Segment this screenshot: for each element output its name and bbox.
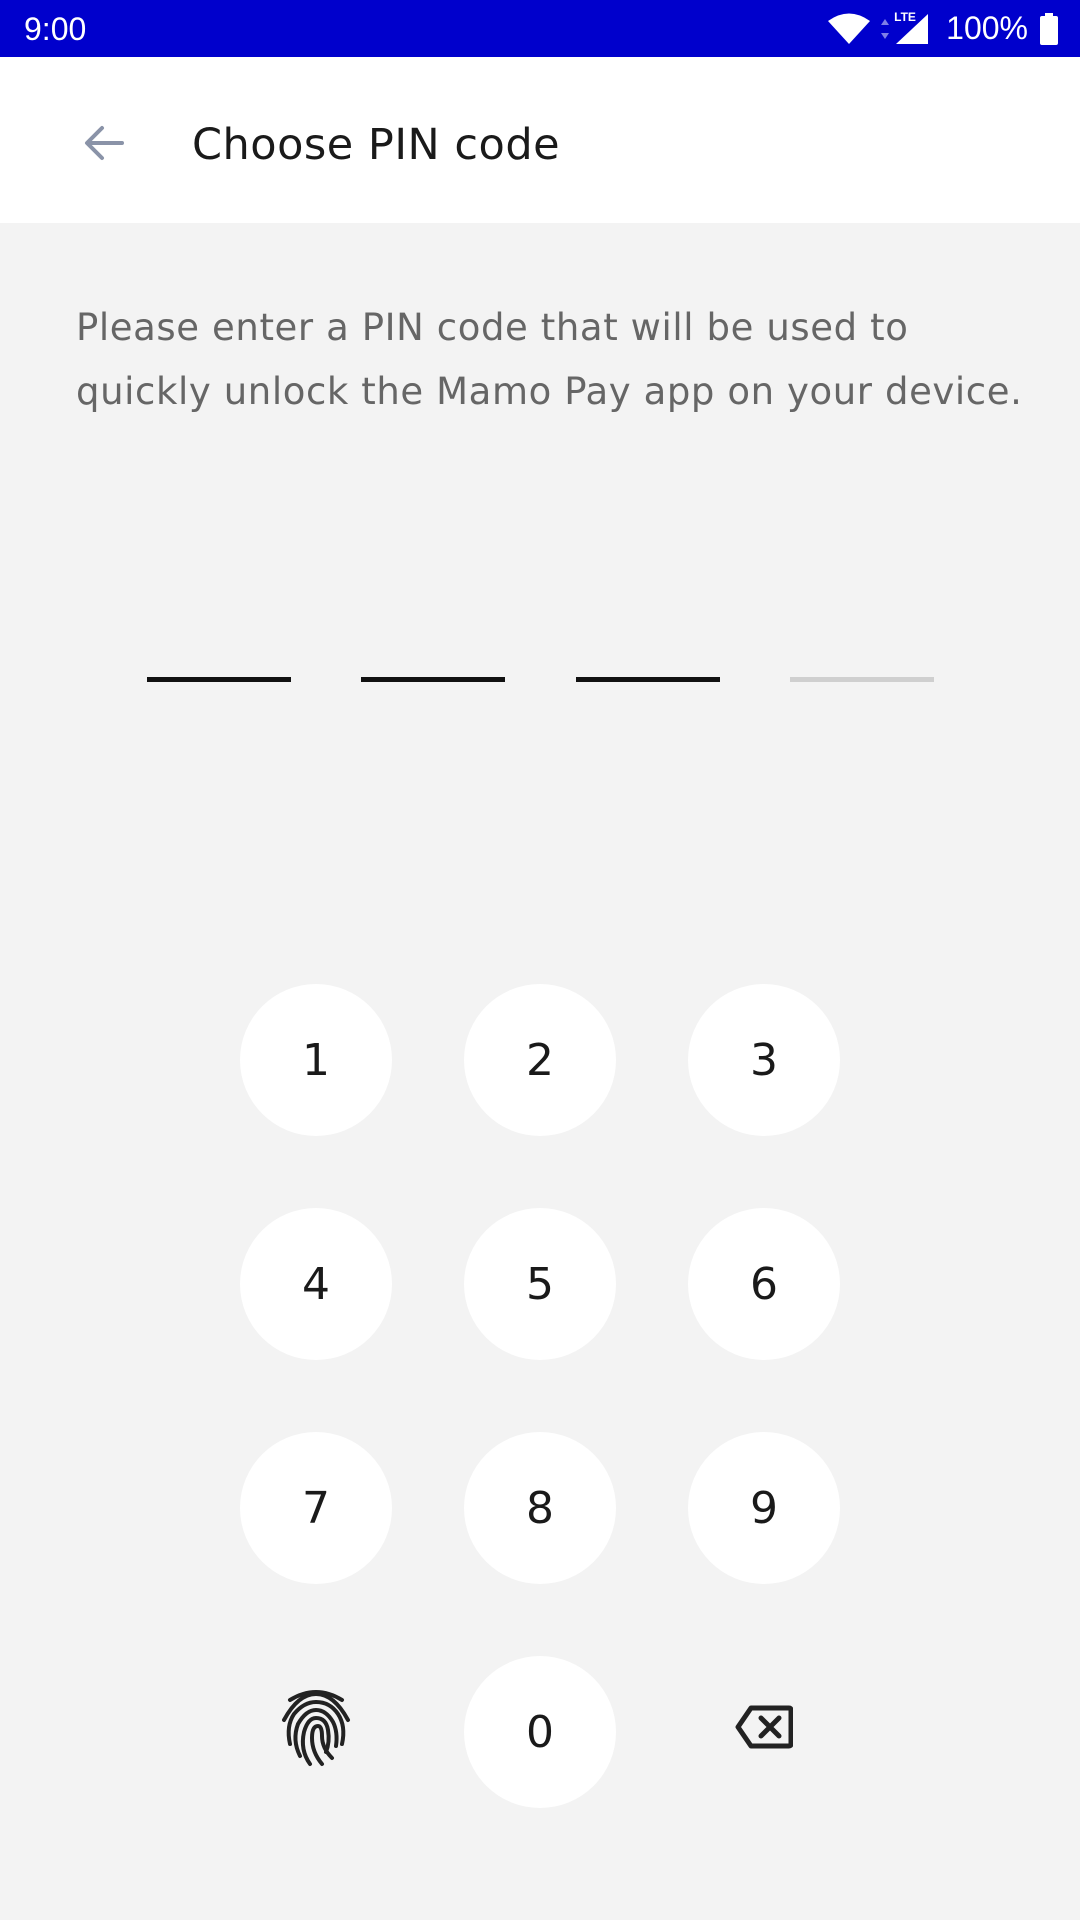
pin-instructions: Please enter a PIN code that will be use… — [76, 306, 1023, 413]
battery-percentage: 100% — [946, 10, 1028, 46]
backspace-icon — [735, 1705, 794, 1760]
cell-signal-icon: LTE — [894, 9, 930, 46]
key-2[interactable]: 2 — [464, 984, 616, 1136]
pin-slot-3 — [576, 677, 720, 682]
data-activity-icon — [880, 17, 890, 41]
delete-button[interactable] — [688, 1656, 840, 1808]
key-5[interactable]: 5 — [464, 1208, 616, 1360]
page-title: Choose PIN code — [192, 120, 561, 170]
pin-slot-1 — [147, 677, 291, 682]
key-1[interactable]: 1 — [240, 984, 392, 1136]
key-9[interactable]: 9 — [688, 1432, 840, 1584]
status-icons: LTE 100% — [826, 0, 1058, 57]
status-time: 9:00 — [24, 11, 87, 47]
key-4[interactable]: 4 — [240, 1208, 392, 1360]
key-7[interactable]: 7 — [240, 1432, 392, 1584]
back-button[interactable] — [62, 103, 146, 187]
fingerprint-icon — [278, 1686, 354, 1779]
app-bar: Choose PIN code — [0, 57, 1080, 223]
key-8[interactable]: 8 — [464, 1432, 616, 1584]
key-3[interactable]: 3 — [688, 984, 840, 1136]
status-bar: 9:00 LTE 100% — [0, 0, 1080, 57]
wifi-icon — [826, 12, 872, 46]
key-6[interactable]: 6 — [688, 1208, 840, 1360]
pin-slot-4 — [790, 677, 934, 682]
network-type-label: LTE — [894, 9, 916, 24]
battery-icon — [1040, 12, 1058, 45]
arrow-left-icon — [82, 123, 126, 167]
key-0[interactable]: 0 — [464, 1656, 616, 1808]
fingerprint-button[interactable] — [240, 1656, 392, 1808]
pin-slot-2 — [361, 677, 505, 682]
